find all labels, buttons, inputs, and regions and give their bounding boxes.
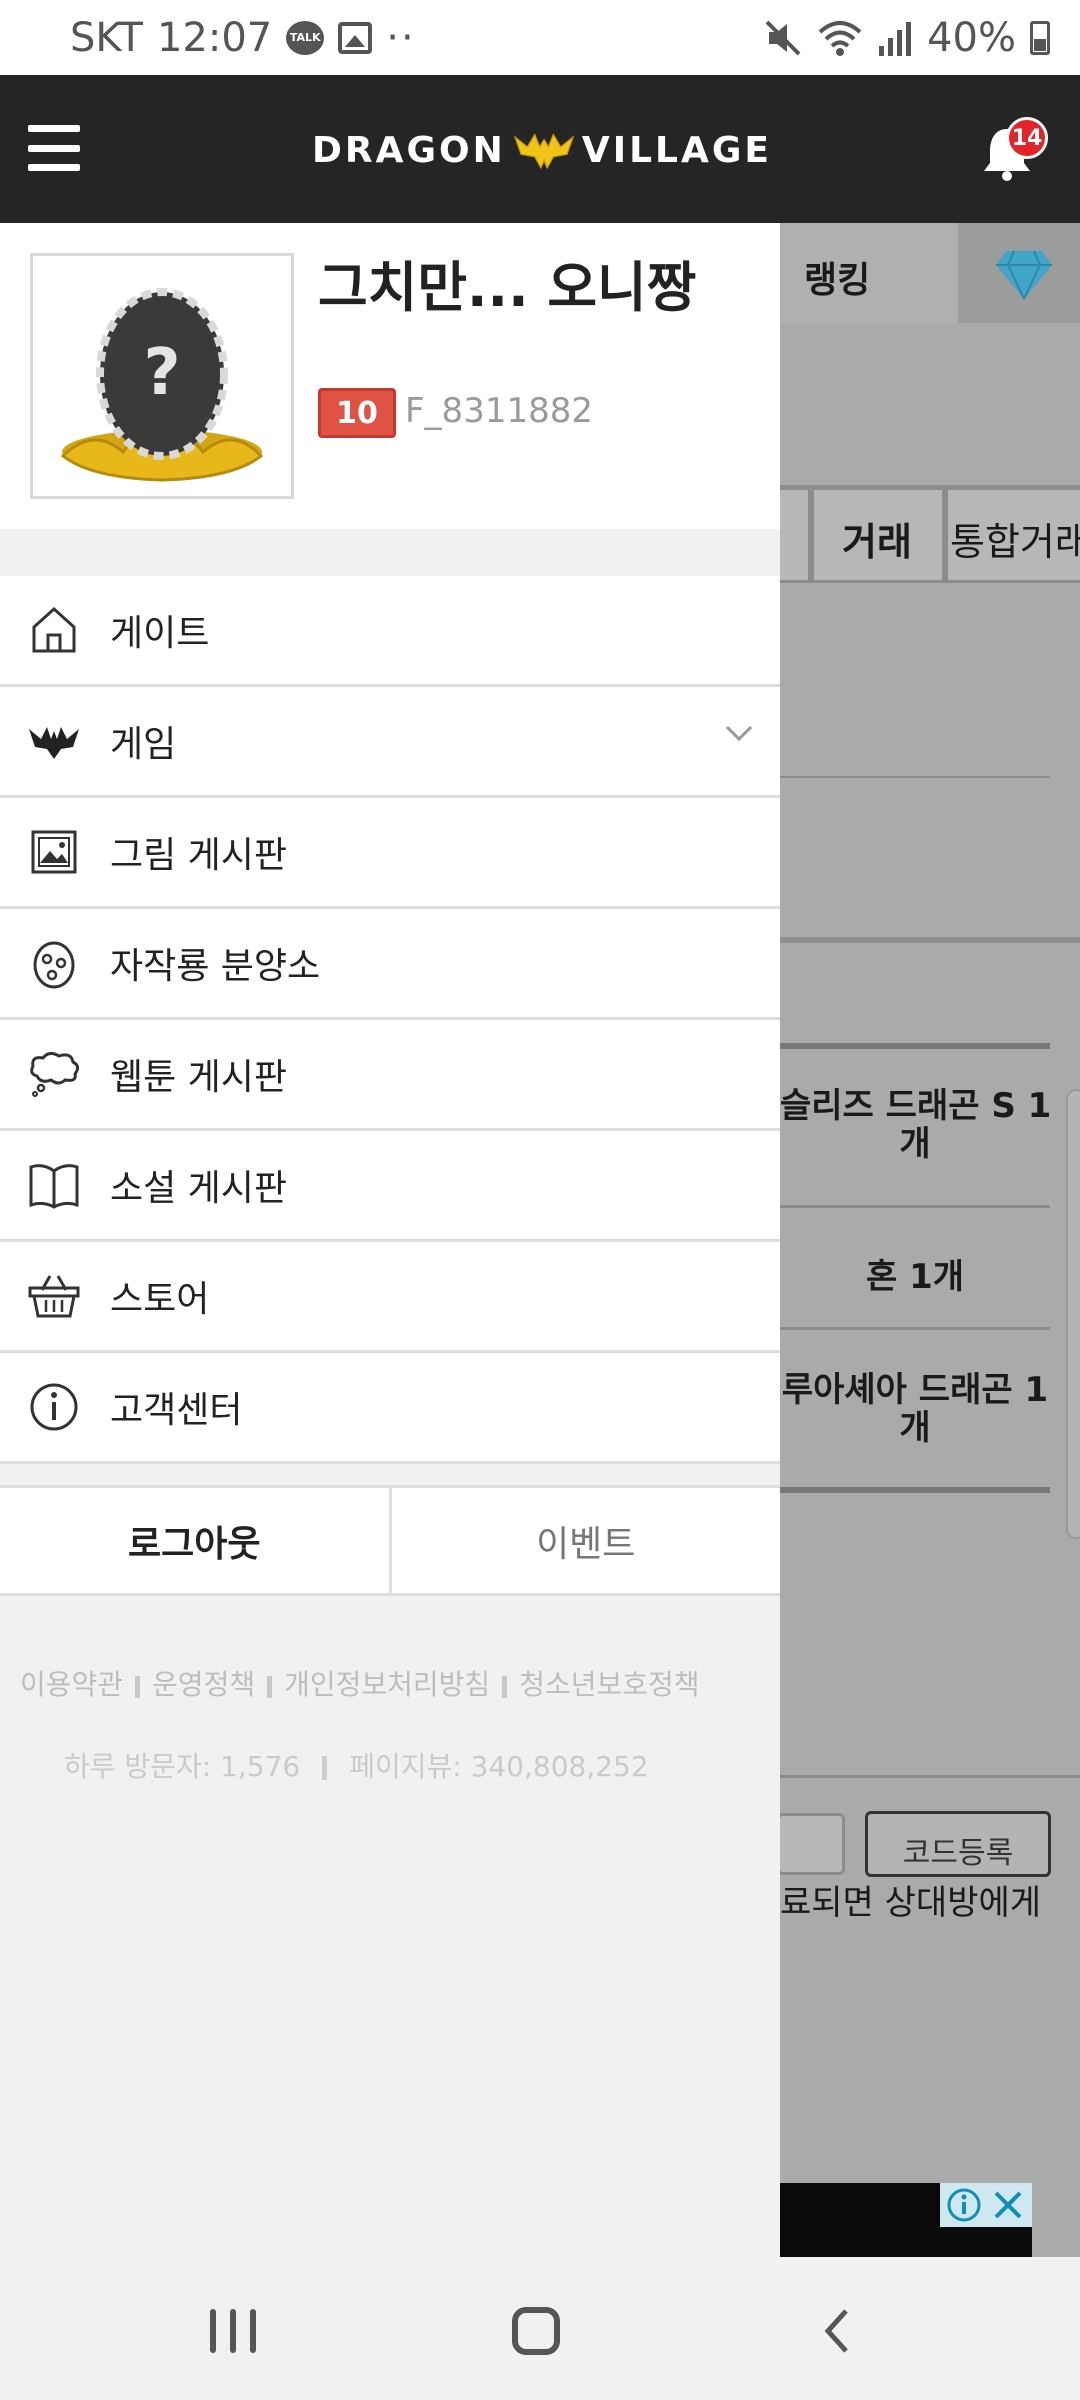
trade-row-2: 혼 1개 (865, 1257, 965, 1297)
status-bar: SKT 12:07 TALK ·· 40% (0, 0, 1080, 75)
navigation-drawer: ? 그치만... 오니짱 10 F_8311882 게이트 게임 그림 게시판 … (0, 223, 780, 2257)
menu-item-customer-center[interactable]: 고객센터 (0, 1353, 780, 1464)
picture-icon (26, 824, 82, 880)
footer-divider (502, 1676, 508, 1698)
ad-choices[interactable] (940, 2183, 1032, 2227)
wifi-icon (818, 20, 862, 56)
dragon-icon (26, 713, 82, 769)
notification-count-badge: 14 (1006, 117, 1048, 159)
user-nickname: 그치만... 오니짱 (318, 256, 697, 319)
drawer-menu: 게이트 게임 그림 게시판 자작룡 분양소 웹툰 게시판 소설 게시판 스토어 … (0, 576, 780, 1464)
partial-instruction-text: 료되면 상대방에게 (780, 1883, 1042, 1923)
book-icon (26, 1157, 82, 1213)
time-text: 12:07 (156, 14, 273, 61)
menu-item-gate[interactable]: 게이트 (0, 576, 780, 687)
basket-icon (26, 1268, 82, 1324)
code-register-button[interactable]: 코드등록 (865, 1811, 1051, 1877)
system-navigation-bar (0, 2257, 1080, 2400)
menu-item-label: 게이트 (110, 613, 210, 654)
avatar[interactable]: ? (30, 253, 294, 499)
profile-section: ? 그치만... 오니짱 10 F_8311882 (0, 223, 780, 529)
integrated-trade-tab[interactable]: 통합거래 (950, 511, 1080, 566)
trade-row-3-line1: 루아셰아 드래곤 1 (781, 1370, 1049, 1410)
event-button[interactable]: 이벤트 (392, 1488, 781, 1593)
logout-button[interactable]: 로그아웃 (0, 1488, 392, 1593)
signal-icon (879, 21, 912, 56)
menu-item-label: 게임 (110, 724, 177, 765)
battery-icon (1030, 20, 1050, 55)
terms-link[interactable]: 이용약관 (20, 1663, 123, 1703)
mystery-egg-icon: ? (60, 288, 264, 482)
footer-divider (135, 1676, 141, 1698)
trade-row-3: 루아셰아 드래곤 1 개 (780, 1371, 1050, 1447)
menu-item-label: 스토어 (110, 1279, 210, 1320)
page-views: 페이지뷰: 340,808,252 (349, 1750, 649, 1783)
daily-visitors: 하루 방문자: 1,576 (64, 1750, 301, 1783)
code-register-label: 코드등록 (902, 1836, 1014, 1871)
menu-item-label: 소설 게시판 (110, 1168, 288, 1209)
ad-close-icon[interactable] (992, 2189, 1024, 2221)
menu-item-store[interactable]: 스토어 (0, 1242, 780, 1353)
carrier-text: SKT (70, 14, 143, 61)
youth-protection-link[interactable]: 청소년보호정책 (519, 1663, 699, 1703)
egg-icon (26, 935, 82, 991)
menu-item-label: 웹툰 게시판 (110, 1057, 288, 1098)
menu-item-label: 자작룡 분양소 (110, 946, 321, 987)
menu-item-art-board[interactable]: 그림 게시판 (0, 798, 780, 909)
svg-text:?: ? (143, 336, 180, 410)
thought-bubble-icon (26, 1046, 82, 1102)
menu-item-custom-dragon-adoption[interactable]: 자작룡 분양소 (0, 909, 780, 1020)
background-page[interactable]: 랭킹 거래 통합거래 슬리즈 드래곤 S 1 개 혼 1개 루아셰아 드래곤 1… (777, 223, 1080, 2257)
diamond-icon[interactable] (994, 247, 1054, 303)
dragon-logo-icon (513, 133, 575, 170)
footer-links: 이용약관 운영정책 개인정보처리방침 청소년보호정책 (20, 1663, 700, 1703)
app-header: DRAGON VILLAGE 14 (0, 75, 1080, 223)
gallery-icon (338, 21, 373, 54)
home-button[interactable] (512, 2307, 560, 2355)
battery-percent: 40% (927, 14, 1016, 61)
privacy-policy-link[interactable]: 개인정보처리방침 (284, 1663, 490, 1703)
kakaotalk-icon: TALK (286, 20, 325, 55)
ad-info-icon[interactable] (946, 2187, 982, 2223)
trade-row-1: 슬리즈 드래곤 S 1 개 (780, 1086, 1052, 1164)
dragon-village-logo[interactable]: DRAGON VILLAGE (312, 115, 772, 185)
level-badge: 10 (318, 388, 396, 438)
drawer-actions: 로그아웃 이벤트 (0, 1485, 780, 1596)
menu-item-webtoon-board[interactable]: 웹툰 게시판 (0, 1020, 780, 1131)
trade-row-3-line2: 개 (899, 1408, 931, 1448)
menu-item-label: 그림 게시판 (110, 835, 288, 876)
chevron-down-icon[interactable] (724, 723, 754, 743)
home-icon (26, 602, 82, 658)
trade-tab[interactable]: 거래 (842, 511, 912, 566)
operation-policy-link[interactable]: 운영정책 (152, 1663, 255, 1703)
ranking-tab[interactable]: 랭킹 (804, 251, 870, 303)
back-button[interactable] (822, 2307, 852, 2355)
code-input[interactable] (777, 1813, 845, 1875)
user-id: F_8311882 (405, 391, 593, 431)
footer-divider (267, 1676, 273, 1698)
more-notifications-icon: ·· (386, 14, 416, 61)
logo-text-right: VILLAGE (581, 129, 772, 171)
trade-row-1-line2: 개 (899, 1124, 931, 1164)
menu-item-novel-board[interactable]: 소설 게시판 (0, 1131, 780, 1242)
footer-stats: 하루 방문자: 1,576 페이지뷰: 340,808,252 (64, 1745, 649, 1785)
logo-text-left: DRAGON (312, 129, 506, 171)
menu-item-game[interactable]: 게임 (0, 687, 780, 798)
footer-divider (322, 1756, 328, 1780)
menu-icon[interactable] (28, 125, 80, 171)
recent-apps-button[interactable] (210, 2309, 256, 2353)
info-icon (26, 1379, 82, 1435)
trade-row-1-line1: 슬리즈 드래곤 S 1 (780, 1086, 1052, 1126)
menu-item-label: 고객센터 (110, 1390, 243, 1431)
mute-icon (765, 20, 801, 55)
